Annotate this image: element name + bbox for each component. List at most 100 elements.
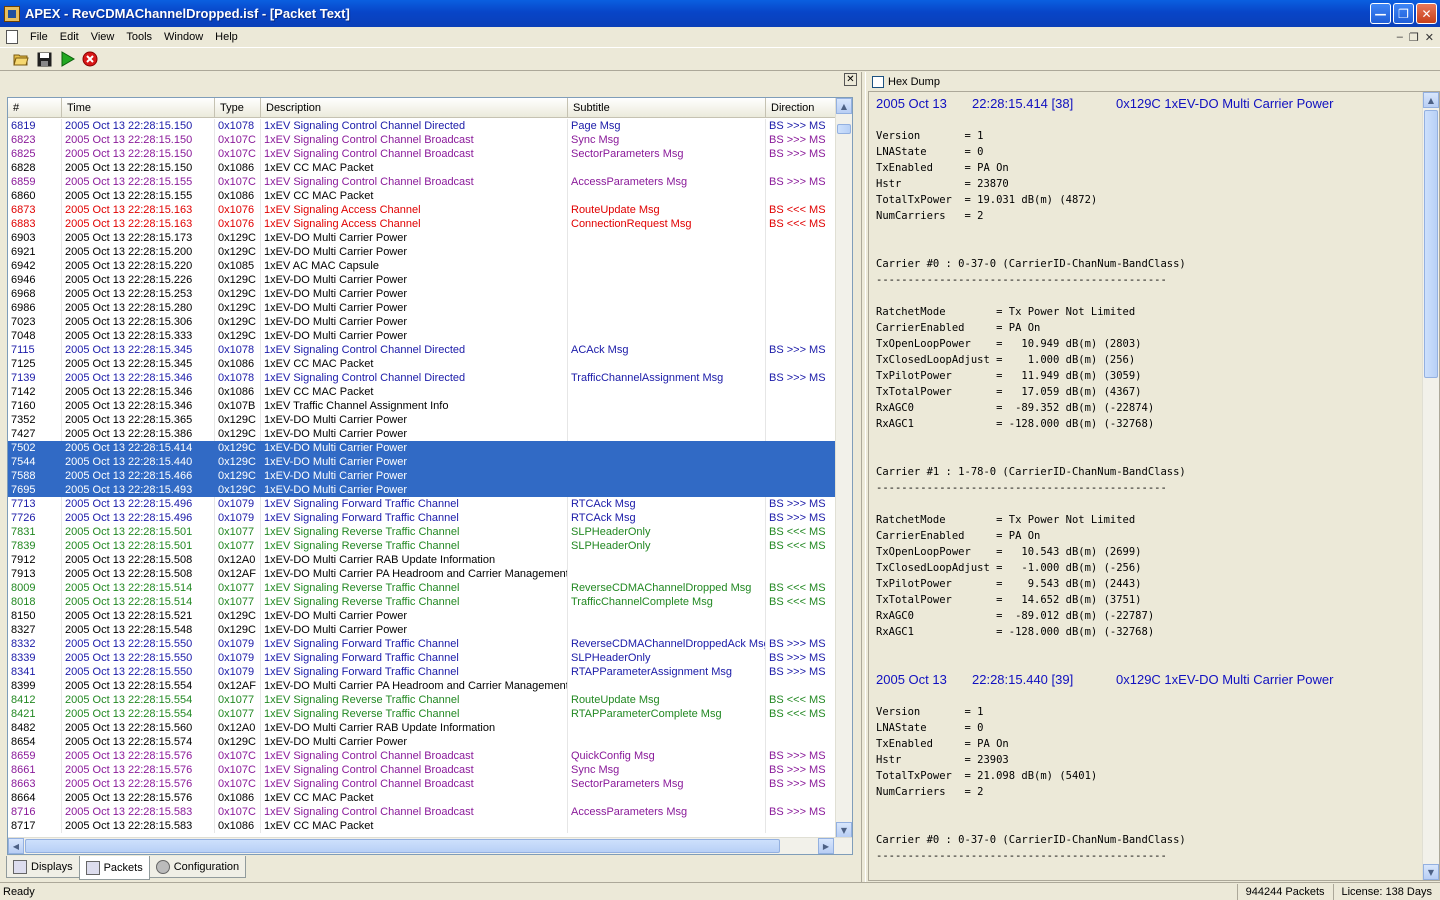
table-row[interactable]: 7912 2005 Oct 13 22:28:15.508 0x12A0 1xEV-D… xyxy=(8,553,836,567)
scroll-left-icon[interactable]: ◀ xyxy=(8,838,24,854)
cell-description: 1xEV-DO Multi Carrier RAB Update Informa… xyxy=(261,553,568,567)
table-row[interactable]: 6825 2005 Oct 13 22:28:15.150 0x107C 1xEV S… xyxy=(8,147,836,161)
packet-text-view[interactable]: 2005 Oct 13 22:28:15.414 [38] 0x129C 1xEV-… xyxy=(868,91,1440,881)
table-row[interactable]: 8332 2005 Oct 13 22:28:15.550 0x1079 1xEV S… xyxy=(8,637,836,651)
hex-dump-checkbox[interactable] xyxy=(872,76,884,88)
menu-tools[interactable]: Tools xyxy=(120,31,158,43)
column-header-subtitle[interactable]: Subtitle xyxy=(568,98,766,117)
table-row[interactable]: 6921 2005 Oct 13 22:28:15.200 0x129C 1xEV-D… xyxy=(8,245,836,259)
table-row[interactable]: 7115 2005 Oct 13 22:28:15.345 0x1078 1xEV S… xyxy=(8,343,836,357)
table-row[interactable]: 6883 2005 Oct 13 22:28:15.163 0x1076 1xEV S… xyxy=(8,217,836,231)
menu-window[interactable]: Window xyxy=(158,31,209,43)
horizontal-scroll-thumb[interactable] xyxy=(25,839,780,853)
tab-displays[interactable]: Displays xyxy=(6,856,80,878)
table-row[interactable]: 6823 2005 Oct 13 22:28:15.150 0x107C 1xEV S… xyxy=(8,133,836,147)
tab-packets[interactable]: Packets xyxy=(78,856,150,880)
table-row[interactable]: 6828 2005 Oct 13 22:28:15.150 0x1086 1xEV C… xyxy=(8,161,836,175)
packet-text-scrollbar[interactable]: ▲ ▼ xyxy=(1422,92,1439,880)
restore-button[interactable]: ❐ xyxy=(1393,3,1414,24)
cell-direction xyxy=(766,161,836,175)
table-row[interactable]: 8421 2005 Oct 13 22:28:15.554 0x1077 1xEV S… xyxy=(8,707,836,721)
column-header-num[interactable]: # xyxy=(8,98,62,117)
table-row[interactable]: 8399 2005 Oct 13 22:28:15.554 0x12AF 1xEV-D… xyxy=(8,679,836,693)
column-header-direction[interactable]: Direction xyxy=(766,98,836,117)
scroll-thumb[interactable] xyxy=(1424,110,1438,378)
open-folder-icon[interactable] xyxy=(12,50,30,68)
packet-list[interactable]: # Time Type Description Subtitle Directi… xyxy=(7,97,853,855)
table-row[interactable]: 8327 2005 Oct 13 22:28:15.548 0x129C 1xEV-D… xyxy=(8,623,836,637)
table-row[interactable]: 7125 2005 Oct 13 22:28:15.345 0x1086 1xEV C… xyxy=(8,357,836,371)
table-row[interactable]: 8663 2005 Oct 13 22:28:15.576 0x107C 1xEV S… xyxy=(8,777,836,791)
table-row[interactable]: 7427 2005 Oct 13 22:28:15.386 0x129C 1xEV-D… xyxy=(8,427,836,441)
cell-num: 6825 xyxy=(8,147,62,161)
table-row[interactable]: 8664 2005 Oct 13 22:28:15.576 0x1086 1xEV C… xyxy=(8,791,836,805)
mdi-minimize-icon[interactable]: – xyxy=(1397,31,1403,44)
table-row[interactable]: 6968 2005 Oct 13 22:28:15.253 0x129C 1xEV-D… xyxy=(8,287,836,301)
table-row[interactable]: 7726 2005 Oct 13 22:28:15.496 0x1079 1xEV S… xyxy=(8,511,836,525)
table-row[interactable]: 8009 2005 Oct 13 22:28:15.514 0x1077 1xEV S… xyxy=(8,581,836,595)
table-row[interactable]: 8716 2005 Oct 13 22:28:15.583 0x107C 1xEV S… xyxy=(8,805,836,819)
tab-configuration[interactable]: Configuration xyxy=(148,856,247,878)
table-row[interactable]: 6819 2005 Oct 13 22:28:15.150 0x1078 1xEV S… xyxy=(8,119,836,133)
table-row[interactable]: 6986 2005 Oct 13 22:28:15.280 0x129C 1xEV-D… xyxy=(8,301,836,315)
table-row[interactable]: 6942 2005 Oct 13 22:28:15.220 0x1085 1xEV A… xyxy=(8,259,836,273)
table-row[interactable]: 7048 2005 Oct 13 22:28:15.333 0x129C 1xEV-D… xyxy=(8,329,836,343)
table-row[interactable]: 7544 2005 Oct 13 22:28:15.440 0x129C 1xEV-D… xyxy=(8,455,836,469)
column-header-time[interactable]: Time xyxy=(62,98,215,117)
scroll-down-icon[interactable]: ▼ xyxy=(836,822,852,838)
table-row[interactable]: 7713 2005 Oct 13 22:28:15.496 0x1079 1xEV S… xyxy=(8,497,836,511)
cell-direction: BS <<< MS xyxy=(766,217,836,231)
column-header-type[interactable]: Type xyxy=(215,98,261,117)
cell-time: 2005 Oct 13 22:28:15.155 xyxy=(62,189,215,203)
table-row[interactable]: 7913 2005 Oct 13 22:28:15.508 0x12AF 1xEV-D… xyxy=(8,567,836,581)
table-row[interactable]: 7160 2005 Oct 13 22:28:15.346 0x107B 1xEV T… xyxy=(8,399,836,413)
scroll-down-icon[interactable]: ▼ xyxy=(1423,864,1439,880)
menu-edit[interactable]: Edit xyxy=(54,31,85,43)
minimize-button[interactable]: — xyxy=(1370,3,1391,24)
scroll-up-icon[interactable]: ▲ xyxy=(836,98,852,114)
table-row[interactable]: 7831 2005 Oct 13 22:28:15.501 0x1077 1xEV S… xyxy=(8,525,836,539)
scroll-thumb[interactable] xyxy=(837,124,851,134)
table-row[interactable]: 7352 2005 Oct 13 22:28:15.365 0x129C 1xEV-D… xyxy=(8,413,836,427)
table-row[interactable]: 7142 2005 Oct 13 22:28:15.346 0x1086 1xEV C… xyxy=(8,385,836,399)
table-row[interactable]: 8654 2005 Oct 13 22:28:15.574 0x129C 1xEV-D… xyxy=(8,735,836,749)
table-row[interactable]: 8659 2005 Oct 13 22:28:15.576 0x107C 1xEV S… xyxy=(8,749,836,763)
table-row[interactable]: 8661 2005 Oct 13 22:28:15.576 0x107C 1xEV S… xyxy=(8,763,836,777)
table-row[interactable]: 7695 2005 Oct 13 22:28:15.493 0x129C 1xEV-D… xyxy=(8,483,836,497)
table-row[interactable]: 8339 2005 Oct 13 22:28:15.550 0x1079 1xEV S… xyxy=(8,651,836,665)
table-row[interactable]: 8150 2005 Oct 13 22:28:15.521 0x129C 1xEV-D… xyxy=(8,609,836,623)
table-row[interactable]: 7023 2005 Oct 13 22:28:15.306 0x129C 1xEV-D… xyxy=(8,315,836,329)
document-icon[interactable] xyxy=(6,30,18,44)
table-row[interactable]: 6860 2005 Oct 13 22:28:15.155 0x1086 1xEV C… xyxy=(8,189,836,203)
table-row[interactable]: 6903 2005 Oct 13 22:28:15.173 0x129C 1xEV-D… xyxy=(8,231,836,245)
pane-close-icon[interactable]: ✕ xyxy=(844,73,857,86)
table-row[interactable]: 8018 2005 Oct 13 22:28:15.514 0x1077 1xEV S… xyxy=(8,595,836,609)
table-row[interactable]: 8482 2005 Oct 13 22:28:15.560 0x12A0 1xEV-D… xyxy=(8,721,836,735)
column-header-description[interactable]: Description xyxy=(261,98,568,117)
mdi-restore-icon[interactable]: ❐ xyxy=(1409,31,1419,44)
table-row[interactable]: 6946 2005 Oct 13 22:28:15.226 0x129C 1xEV-D… xyxy=(8,273,836,287)
hex-dump-toggle[interactable]: Hex Dump xyxy=(872,74,940,90)
scroll-up-icon[interactable]: ▲ xyxy=(1423,92,1439,108)
table-row[interactable]: 8341 2005 Oct 13 22:28:15.550 0x1079 1xEV S… xyxy=(8,665,836,679)
table-row[interactable]: 7588 2005 Oct 13 22:28:15.466 0x129C 1xEV-D… xyxy=(8,469,836,483)
mdi-close-icon[interactable]: ✕ xyxy=(1425,31,1434,44)
menu-file[interactable]: File xyxy=(24,31,54,43)
play-icon[interactable] xyxy=(58,50,76,68)
menu-view[interactable]: View xyxy=(85,31,121,43)
menu-help[interactable]: Help xyxy=(209,31,244,43)
table-row[interactable]: 7502 2005 Oct 13 22:28:15.414 0x129C 1xEV-D… xyxy=(8,441,836,455)
table-row[interactable]: 6873 2005 Oct 13 22:28:15.163 0x1076 1xEV S… xyxy=(8,203,836,217)
close-button[interactable]: ✕ xyxy=(1416,3,1437,24)
table-row[interactable]: 8717 2005 Oct 13 22:28:15.583 0x1086 1xEV C… xyxy=(8,819,836,833)
save-icon[interactable] xyxy=(35,50,53,68)
vertical-scrollbar[interactable]: ▲ ▼ xyxy=(835,98,852,838)
horizontal-scrollbar[interactable]: ◀ ▶ xyxy=(8,837,852,854)
table-row[interactable]: 6859 2005 Oct 13 22:28:15.155 0x107C 1xEV S… xyxy=(8,175,836,189)
table-row[interactable]: 8412 2005 Oct 13 22:28:15.554 0x1077 1xEV S… xyxy=(8,693,836,707)
stop-icon[interactable] xyxy=(81,50,99,68)
table-row[interactable]: 7839 2005 Oct 13 22:28:15.501 0x1077 1xEV S… xyxy=(8,539,836,553)
scroll-right-icon[interactable]: ▶ xyxy=(818,838,834,854)
table-row[interactable]: 7139 2005 Oct 13 22:28:15.346 0x1078 1xEV S… xyxy=(8,371,836,385)
cell-description: 1xEV Signaling Forward Traffic Channel xyxy=(261,637,568,651)
